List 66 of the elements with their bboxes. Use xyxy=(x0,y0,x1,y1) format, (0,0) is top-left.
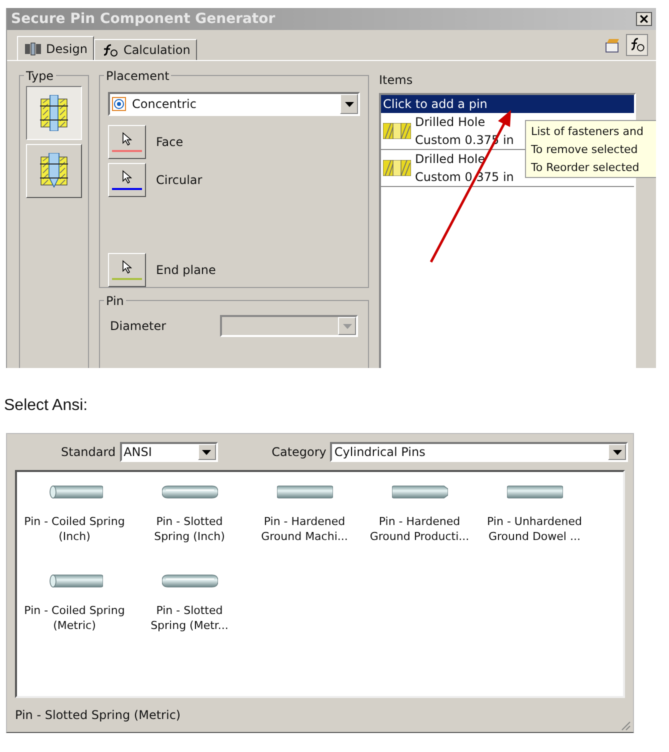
close-icon[interactable] xyxy=(636,12,652,26)
gallery-item[interactable]: Pin - Hardened Ground Machi... xyxy=(247,484,362,573)
drilled-hole-icon xyxy=(383,160,411,176)
drilled-hole-icon xyxy=(383,123,411,139)
gallery-item[interactable]: Pin - Hardened Ground Producti... xyxy=(362,484,477,573)
gallery-item[interactable]: Pin - Unhardened Ground Dowel ... xyxy=(477,484,592,573)
pin-hole-icon xyxy=(40,95,68,131)
gallery-item[interactable]: Pin - Coiled Spring (Inch) xyxy=(17,484,132,573)
concentric-icon xyxy=(112,97,126,111)
window-title: Secure Pin Component Generator xyxy=(11,10,276,28)
item-label: Pin - Coiled Spring (Metric) xyxy=(24,603,125,633)
pin-icon xyxy=(162,484,218,500)
select-button[interactable] xyxy=(108,163,146,197)
tab[interactable]: Design xyxy=(17,36,94,60)
dropdown-button[interactable] xyxy=(608,444,626,460)
standard-dropdown[interactable]: ANSI xyxy=(120,442,218,462)
status-text: Pin - Slotted Spring (Metric) xyxy=(15,707,181,724)
category-dropdown[interactable]: Cylindrical Pins xyxy=(330,442,628,462)
pin-icon xyxy=(46,484,102,500)
function-icon[interactable] xyxy=(626,34,648,56)
dropdown-button[interactable] xyxy=(340,94,358,114)
dropdown-value: ANSI xyxy=(122,444,153,461)
type-option-button[interactable] xyxy=(26,86,82,140)
item-label: Pin - Hardened Ground Machi... xyxy=(261,514,348,544)
list-item[interactable]: Click to add a pin xyxy=(381,95,634,113)
pin-icon xyxy=(162,573,218,589)
field-label: Category xyxy=(272,444,326,461)
pin-assembly-icon xyxy=(24,42,42,56)
pin-icon xyxy=(392,484,448,500)
item-label: Pin - Unhardened Ground Dowel ... xyxy=(487,514,582,544)
caption: Select Ansi: xyxy=(4,396,89,416)
dropdown-value: Concentric xyxy=(131,96,198,113)
selector-label: Circular xyxy=(156,172,202,189)
cursor-icon xyxy=(122,132,132,146)
pin-hole-icon xyxy=(40,153,68,189)
cursor-icon xyxy=(122,260,132,274)
select-button[interactable] xyxy=(108,125,146,159)
field-label: Diameter xyxy=(110,318,166,335)
item-label: Pin - Coiled Spring (Inch) xyxy=(24,514,125,544)
item-label: Pin - Slotted Spring (Inch) xyxy=(154,514,225,544)
selector-label: End plane xyxy=(156,262,216,279)
selector-label: Face xyxy=(156,134,184,151)
pin-icon xyxy=(46,573,102,589)
gallery-item[interactable]: Pin - Slotted Spring (Inch) xyxy=(132,484,247,573)
dropdown-value: Cylindrical Pins xyxy=(333,444,426,461)
item-label: Pin - Slotted Spring (Metr... xyxy=(150,603,228,633)
caret-icon xyxy=(202,450,212,454)
function-icon xyxy=(101,43,120,57)
caret-icon xyxy=(342,324,352,328)
gallery-item[interactable]: Pin - Slotted Spring (Metr... xyxy=(132,573,247,662)
pin-icon xyxy=(276,484,332,500)
item-text: Click to add a pin xyxy=(383,96,488,113)
resize-grip-icon[interactable] xyxy=(619,719,631,731)
dropdown-field[interactable]: Concentric xyxy=(108,92,360,116)
pin-icon xyxy=(506,484,562,500)
select-button[interactable] xyxy=(108,253,146,287)
field-label: Standard xyxy=(61,444,116,461)
caret-icon xyxy=(344,102,354,106)
dropdown-button[interactable] xyxy=(198,444,216,460)
caret-icon xyxy=(612,450,622,454)
item-label: Pin - Hardened Ground Producti... xyxy=(370,514,470,544)
items-label: Items xyxy=(379,72,414,89)
tab[interactable]: Calculation xyxy=(94,39,198,60)
properties-icon[interactable] xyxy=(604,36,622,54)
gallery-item[interactable]: Pin - Coiled Spring (Metric) xyxy=(17,573,132,662)
cursor-icon xyxy=(122,170,132,184)
